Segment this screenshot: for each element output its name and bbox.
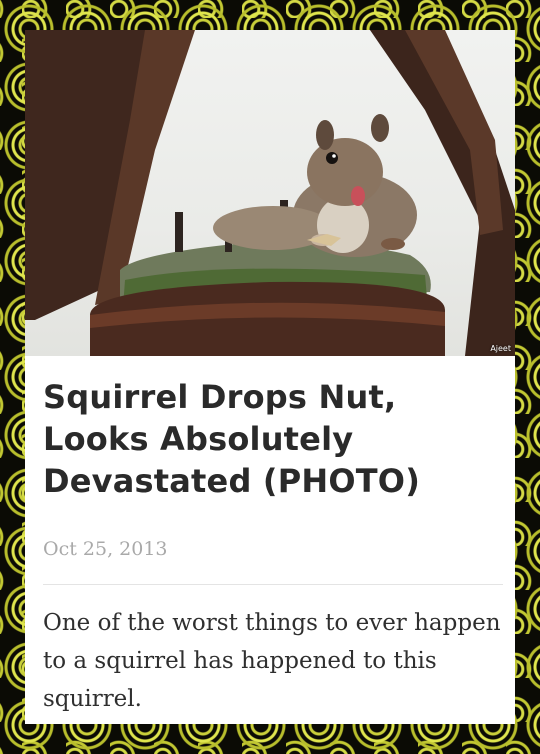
photo-credit: Ajeet: [490, 344, 511, 353]
article-title[interactable]: Squirrel Drops Nut, Looks Absolutely Dev…: [43, 376, 499, 502]
article-card[interactable]: Ajeet Squirrel Drops Nut, Looks Absolute…: [25, 30, 515, 724]
divider: [43, 584, 503, 585]
squirrel-photo-illustration: [25, 30, 515, 356]
article-photo[interactable]: Ajeet: [25, 30, 515, 356]
article-summary: One of the worst things to ever happen t…: [43, 610, 501, 712]
article-date: Oct 25, 2013: [43, 538, 168, 560]
